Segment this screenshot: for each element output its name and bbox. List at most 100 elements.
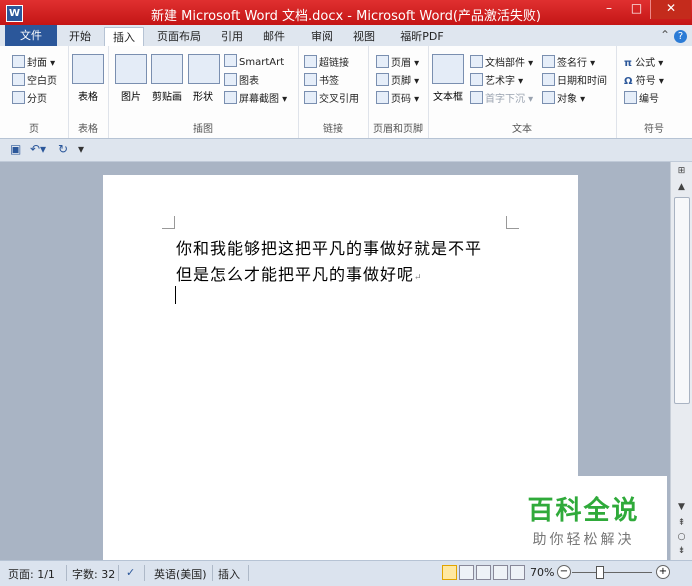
zoom-slider-thumb[interactable] [596,566,604,579]
quick-parts-button[interactable]: 文档部件 ▾ [470,54,533,69]
tab-foxit-pdf[interactable]: 福昕PDF [392,27,452,46]
ruler-toggle-icon[interactable]: ⊞ [674,164,689,179]
shapes-button[interactable]: 形状 [188,54,220,103]
shapes-icon [188,54,220,84]
page-break-button[interactable]: 分页 [12,90,47,105]
vertical-scrollbar[interactable]: ⊞ ▲ ▼ ⇞ ○ ⇟ [670,162,692,560]
bookmark-button[interactable]: 书签 [304,72,339,87]
print-layout-view-icon[interactable] [442,565,457,580]
insert-mode-indicator[interactable]: 插入 [218,566,240,582]
symbol-button[interactable]: Ω 符号 ▾ [624,72,664,87]
next-page-icon[interactable]: ⇟ [674,544,689,559]
textbox-button[interactable]: 文本框 [430,54,466,103]
document-line[interactable]: 你和我能够把这把平凡的事做好就是不平 [176,235,482,259]
undo-icon[interactable]: ↶▾ [30,142,46,156]
group-links: 超链接 书签 交叉引用 链接 [298,46,369,138]
tab-references[interactable]: 引用 [214,27,250,46]
footer-button[interactable]: 页脚 ▾ [376,72,419,87]
maximize-button[interactable]: □ [623,0,650,19]
picture-button[interactable]: 图片 [114,54,148,103]
status-divider [144,565,145,581]
date-time-icon [542,73,555,86]
group-label-illustrations: 插图 [193,124,213,135]
document-line[interactable]: 但是怎么才能把平凡的事做好呢↵ [176,261,423,285]
watermark-subtitle: 助你轻松解决 [532,532,635,548]
group-label-header-footer: 页眉和页脚 [373,124,423,135]
minimize-button[interactable]: – [595,0,623,19]
margin-corner-mark [162,216,175,229]
zoom-slider[interactable] [572,572,652,573]
blank-page-button[interactable]: 空白页 [12,72,57,87]
tab-home[interactable]: 开始 [62,27,98,46]
header-button[interactable]: 页眉 ▾ [376,54,419,69]
pi-icon: π [624,58,632,69]
object-button[interactable]: 对象 ▾ [542,90,585,105]
tab-review[interactable]: 审阅 [304,27,340,46]
previous-page-icon[interactable]: ⇞ [674,516,689,531]
save-icon[interactable]: ▣ [10,142,21,156]
collapse-ribbon-icon[interactable]: ⌃ [660,28,670,42]
equation-button[interactable]: π 公式 ▾ [624,54,663,69]
tab-mailings[interactable]: 邮件 [256,27,292,46]
language-indicator[interactable]: 英语(美国) [154,566,207,582]
page-count[interactable]: 页面: 1/1 [8,566,55,582]
smartart-icon [224,54,237,67]
date-time-button[interactable]: 日期和时间 [542,72,607,87]
paragraph-mark-icon: ↵ [414,273,423,283]
drop-cap-button[interactable]: 首字下沉 ▾ [470,90,533,105]
screenshot-icon [224,91,237,104]
table-button[interactable]: 表格 [72,54,104,103]
omega-icon: Ω [624,76,633,87]
numbering-button[interactable]: 编号 [624,90,659,105]
tab-view[interactable]: 视图 [346,27,382,46]
wordart-button[interactable]: 艺术字 ▾ [470,72,523,87]
customize-toolbar-icon[interactable]: ▾ [78,142,84,156]
group-label-symbols: 符号 [644,124,664,135]
zoom-level[interactable]: 70% [530,566,554,579]
group-symbols: π 公式 ▾ Ω 符号 ▾ 编号 符号 [616,46,692,138]
status-divider [118,565,119,581]
scroll-down-icon[interactable]: ▼ [674,500,689,515]
ribbon-tabs: 文件 开始 插入 页面布局 引用 邮件 审阅 视图 福昕PDF ⌃? [0,25,692,47]
bookmark-icon [304,73,317,86]
scroll-up-icon[interactable]: ▲ [674,180,689,195]
browse-object-icon[interactable]: ○ [674,530,689,545]
help-icon[interactable]: ? [674,30,687,43]
tab-insert[interactable]: 插入 [104,27,144,47]
tab-file[interactable]: 文件 [5,25,57,46]
zoom-out-icon[interactable]: − [557,565,571,579]
page-number-button[interactable]: 页码 ▾ [376,90,419,105]
wordart-icon [470,73,483,86]
cross-reference-button[interactable]: 交叉引用 [304,90,359,105]
clipart-button[interactable]: 剪贴画 [150,54,184,103]
footer-icon [376,73,389,86]
full-screen-reading-view-icon[interactable] [459,565,474,580]
watermark-title: 百科全说 [527,496,640,526]
ribbon: 封面 ▾ 空白页 分页 页 表格 表格 图片 剪贴画 形状 SmartArt 图… [0,46,692,139]
signature-line-button[interactable]: 签名行 ▾ [542,54,595,69]
screenshot-button[interactable]: 屏幕截图 ▾ [224,90,287,105]
proofing-icon[interactable]: ✓ [126,566,135,579]
zoom-in-icon[interactable]: + [656,565,670,579]
title-bar: W 新建 Microsoft Word 文档.docx - Microsoft … [0,0,692,25]
tab-page-layout[interactable]: 页面布局 [150,27,208,46]
quick-access-toolbar: ▣ ↶▾ ↻ ▾ [0,139,692,162]
web-layout-view-icon[interactable] [476,565,491,580]
redo-icon[interactable]: ↻ [58,142,68,156]
hyperlink-button[interactable]: 超链接 [304,54,349,69]
outline-view-icon[interactable] [493,565,508,580]
word-count[interactable]: 字数: 32 [72,566,115,582]
close-button[interactable]: ✕ [650,0,691,19]
scrollbar-thumb[interactable] [674,197,690,404]
margin-corner-mark [506,216,519,229]
status-bar: 页面: 1/1 字数: 32 ✓ 英语(美国) 插入 70% − + [0,560,692,586]
cover-page-button[interactable]: 封面 ▾ [12,54,55,69]
smartart-button[interactable]: SmartArt [224,54,284,68]
help-area: ⌃? [660,28,687,43]
status-divider [248,565,249,581]
watermark: 百科全说 助你轻松解决 [500,476,667,560]
group-header-footer: 页眉 ▾ 页脚 ▾ 页码 ▾ 页眉和页脚 [368,46,429,138]
draft-view-icon[interactable] [510,565,525,580]
clipart-icon [151,54,183,84]
chart-button[interactable]: 图表 [224,72,259,87]
